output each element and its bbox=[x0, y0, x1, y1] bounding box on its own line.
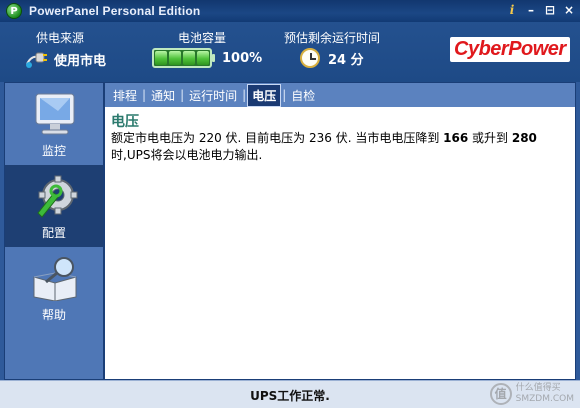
tab-voltage[interactable]: 电压 bbox=[247, 83, 282, 107]
window-title: PowerPanel Personal Edition bbox=[29, 4, 201, 18]
window-controls: i – ⊟ × bbox=[505, 3, 576, 17]
tab-runtime[interactable]: 运行时间 bbox=[185, 85, 241, 106]
status-bar: UPS工作正常. 值 什么值得买 SMZDM.COM bbox=[0, 380, 580, 408]
sidebar-item-label: 帮助 bbox=[41, 308, 66, 322]
battery-label: 电池容量 bbox=[178, 31, 227, 45]
desc-text: 时,UPS将会以电池电力输出. bbox=[111, 148, 263, 162]
restore-button[interactable]: ⊟ bbox=[543, 3, 557, 17]
clock-icon bbox=[300, 48, 320, 68]
config-tab-bar: 排程 | 通知 | 运行时间 | 电压 | 自检 bbox=[105, 83, 575, 107]
sidebar-item-help[interactable]: 帮助 bbox=[5, 247, 103, 329]
power-source-label: 供电来源 bbox=[36, 31, 85, 45]
status-header: 供电来源 使用市电 电池容量 100% 预估剩余运行时间 24 分 CyberP… bbox=[0, 22, 580, 82]
voltage-description: 额定市电电压为 220 伏. 目前电压为 236 伏. 当市电电压降到 166 … bbox=[111, 130, 566, 164]
battery-value: 100% bbox=[152, 48, 262, 68]
runtime-label: 预估剩余运行时间 bbox=[284, 31, 381, 45]
minimize-button[interactable]: – bbox=[524, 3, 538, 17]
high-voltage-threshold: 280 bbox=[511, 131, 537, 145]
tab-schedule[interactable]: 排程 bbox=[109, 85, 141, 106]
desc-text: 或升到 bbox=[468, 131, 512, 145]
power-source-value: 使用市电 bbox=[24, 48, 106, 70]
main-panel: 排程 | 通知 | 运行时间 | 电压 | 自检 电压 额定市电电压为 220 … bbox=[104, 82, 576, 380]
tab-self-test[interactable]: 自检 bbox=[287, 85, 319, 106]
battery-gauge-icon bbox=[152, 48, 215, 68]
desc-text: 额定市电电压为 220 伏. 目前电压为 236 伏. 当市电电压降到 bbox=[111, 131, 444, 145]
watermark-text: 什么值得买 SMZDM.COM bbox=[515, 383, 574, 404]
app-logo-icon: P bbox=[6, 3, 22, 19]
sidebar-nav: 监控 配置 帮助 bbox=[4, 82, 104, 380]
wrench-gear-icon bbox=[37, 175, 78, 218]
section-title: 电压 bbox=[111, 114, 139, 130]
sidebar-item-monitor[interactable]: 监控 bbox=[5, 83, 103, 165]
info-button[interactable]: i bbox=[505, 3, 519, 17]
title-bar[interactable]: P PowerPanel Personal Edition i – ⊟ × bbox=[0, 0, 580, 22]
close-button[interactable]: × bbox=[562, 3, 576, 17]
book-magnifier-icon bbox=[33, 257, 77, 301]
tab-notification[interactable]: 通知 bbox=[147, 85, 179, 106]
sidebar-item-label: 监控 bbox=[41, 144, 66, 158]
low-voltage-threshold: 166 bbox=[443, 131, 469, 145]
sidebar-item-config[interactable]: 配置 bbox=[5, 165, 103, 247]
monitor-icon bbox=[35, 93, 75, 135]
sidebar-item-label: 配置 bbox=[41, 226, 66, 240]
watermark-logo-icon: 值 bbox=[489, 383, 512, 405]
app-window: P PowerPanel Personal Edition i – ⊟ × 供电… bbox=[0, 0, 580, 408]
plug-icon bbox=[26, 52, 47, 68]
watermark: 值 什么值得买 SMZDM.COM bbox=[489, 383, 574, 405]
runtime-value: 24 分 bbox=[300, 48, 364, 68]
cyberpower-logo: CyberPower bbox=[450, 37, 570, 62]
